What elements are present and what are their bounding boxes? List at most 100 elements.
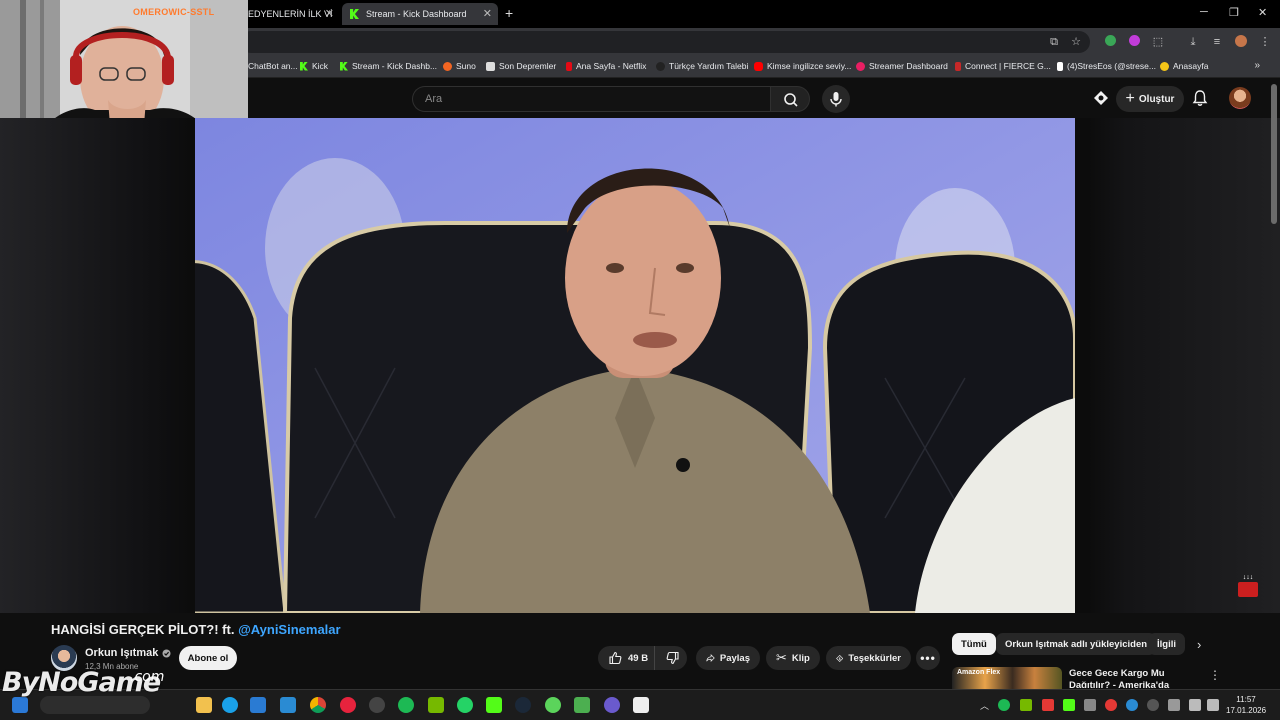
video-frame[interactable] <box>195 118 1075 613</box>
sub-reminder-icon: ↓↓↓ <box>1236 572 1260 598</box>
tab-close-icon[interactable]: ✕ <box>325 7 334 20</box>
clip-button[interactable]: ✂ Klip <box>766 646 820 670</box>
system-clock[interactable]: 11:57 17.01.2026 <box>1226 694 1266 716</box>
mention-link[interactable]: @AyniSinemalar <box>238 622 341 637</box>
tray-spotify-icon[interactable] <box>998 699 1010 711</box>
share-label: Paylaş <box>719 652 750 664</box>
tray-mic-icon[interactable] <box>1168 699 1180 711</box>
bookmark-label: Kick <box>312 61 329 71</box>
create-label: Oluştur <box>1138 93 1175 105</box>
voice-search-button[interactable] <box>822 85 850 113</box>
bookmark-item[interactable]: Anasayfa <box>1160 61 1208 71</box>
download-icon[interactable]: ⤓ <box>1186 35 1200 49</box>
account-avatar[interactable] <box>1229 87 1251 109</box>
like-dislike-group: 49 B <box>598 646 687 670</box>
like-button[interactable]: 49 B <box>598 646 655 670</box>
chrome-icon[interactable] <box>310 697 326 713</box>
tray-record-icon[interactable] <box>1105 699 1117 711</box>
tray-red-icon[interactable] <box>1042 699 1054 711</box>
profile-avatar-icon[interactable] <box>1234 35 1248 49</box>
chip-all[interactable]: Tümü <box>952 633 996 655</box>
new-tab-icon[interactable]: + <box>505 5 513 21</box>
minimize-icon[interactable]: ─ <box>1200 6 1208 18</box>
notifications-button[interactable] <box>1192 89 1208 112</box>
kick-app-icon[interactable] <box>486 697 502 713</box>
address-bar[interactable] <box>240 31 1090 53</box>
steam-icon[interactable] <box>515 697 531 713</box>
more-vertical-icon[interactable]: ⋮ <box>1209 668 1221 682</box>
tray-blue-icon[interactable] <box>1126 699 1138 711</box>
bookmark-item[interactable]: Türkçe Yardım Talebi <box>656 61 748 71</box>
taskbar-search[interactable] <box>40 696 150 714</box>
bookmark-item[interactable]: Son Depremler <box>486 61 556 71</box>
channel-name[interactable]: Orkun Işıtmak <box>85 647 171 659</box>
bookmark-label: Türkçe Yardım Talebi <box>669 61 749 71</box>
chip-related[interactable]: İlgili <box>1148 633 1185 655</box>
bookmark-item[interactable]: Suno <box>443 61 476 71</box>
network-icon[interactable] <box>1189 699 1201 711</box>
more-actions-button[interactable]: ••• <box>916 646 940 670</box>
bookmarks-overflow-icon[interactable]: » <box>1254 60 1260 71</box>
epic-games-icon[interactable] <box>633 697 649 713</box>
extension-icon[interactable] <box>1093 90 1109 111</box>
recommendation-title[interactable]: Gece Gece Kargo Mu Dağıtılır? - Amerika'… <box>1069 668 1205 688</box>
chip-from-uploader[interactable]: Orkun Işıtmak adlı yükleyiciden <box>996 633 1157 655</box>
tiktok-icon <box>1057 61 1063 71</box>
bookmark-item[interactable]: Connect | FIERCE G... <box>955 61 1051 71</box>
page-scrollbar[interactable] <box>1271 84 1277 224</box>
whatsapp-icon[interactable] <box>457 697 473 713</box>
bookmark-item[interactable]: (4)StresEos (@strese... <box>1057 61 1156 71</box>
purple-app-icon[interactable] <box>604 697 620 713</box>
edge-icon[interactable] <box>222 697 238 713</box>
extensions-puzzle-icon[interactable]: ⬚ <box>1151 35 1165 49</box>
bookmark-item[interactable]: Ana Sayfa - Netflix <box>566 61 646 71</box>
start-icon[interactable] <box>12 697 28 713</box>
close-window-icon[interactable]: ✕ <box>1258 6 1267 19</box>
nvidia-icon[interactable] <box>428 697 444 713</box>
create-button[interactable]: + Oluştur <box>1116 86 1184 112</box>
tray-expand-icon[interactable]: ︿ <box>980 699 992 711</box>
bookmark-label: (4)StresEos (@strese... <box>1067 61 1156 71</box>
spotify-icon[interactable] <box>398 697 414 713</box>
bookmark-item[interactable]: ChatBot an... <box>248 61 298 71</box>
minecraft-icon[interactable] <box>574 697 590 713</box>
extension-twitch-icon[interactable] <box>1127 35 1141 49</box>
outlook-icon[interactable] <box>280 697 296 713</box>
volume-icon[interactable] <box>1207 699 1219 711</box>
search-button[interactable] <box>770 86 810 112</box>
help-site-icon <box>656 61 665 71</box>
search-placeholder: Ara <box>425 93 443 105</box>
thanks-button[interactable]: $ Teşekkürler <box>826 646 911 670</box>
search-input[interactable]: Ara <box>412 86 771 112</box>
media-control-icon[interactable]: ≡ <box>1210 35 1224 49</box>
tray-app-icon[interactable] <box>1084 699 1096 711</box>
subscribe-button[interactable]: Abone ol <box>179 646 237 670</box>
tray-kick-icon[interactable] <box>1063 699 1075 711</box>
green-app-icon[interactable] <box>545 697 561 713</box>
dislike-button[interactable] <box>660 646 687 670</box>
bookmark-item[interactable]: Kick <box>300 61 328 71</box>
browser-tab-active[interactable]: Stream - Kick Dashboard ✕ <box>342 3 498 25</box>
recommendation-thumbnail[interactable]: Amazon Flex <box>952 667 1062 689</box>
browser-tab[interactable]: EDYENLERİN İLK Vİ ✕ <box>248 3 340 25</box>
install-app-icon[interactable]: ⧉ <box>1047 35 1061 49</box>
chevron-right-icon[interactable]: › <box>1197 637 1201 652</box>
bookmark-item[interactable]: Streamer Dashboard <box>856 61 948 71</box>
file-explorer-icon[interactable] <box>196 697 212 713</box>
tray-steam-icon[interactable] <box>1147 699 1159 711</box>
restore-icon[interactable]: ❐ <box>1229 6 1239 19</box>
extension-shield-icon[interactable] <box>1103 35 1117 49</box>
microphone-icon <box>830 92 842 107</box>
browser-menu-icon[interactable]: ⋮ <box>1258 35 1272 49</box>
store-icon[interactable] <box>250 697 266 713</box>
bookmark-item[interactable]: Kimse ingilizce seviy... <box>754 61 851 71</box>
share-button[interactable]: Paylaş <box>696 646 760 670</box>
tray-nvidia-icon[interactable] <box>1020 699 1032 711</box>
bookmark-star-icon[interactable]: ☆ <box>1069 35 1083 49</box>
bookmark-item[interactable]: Stream - Kick Dashb... <box>340 61 437 71</box>
tab-close-icon[interactable]: ✕ <box>483 7 492 20</box>
obs-icon[interactable] <box>369 697 385 713</box>
opera-icon[interactable] <box>340 697 356 713</box>
tab-label: EDYENLERİN İLK Vİ <box>248 9 333 19</box>
svg-text:$: $ <box>839 656 841 660</box>
